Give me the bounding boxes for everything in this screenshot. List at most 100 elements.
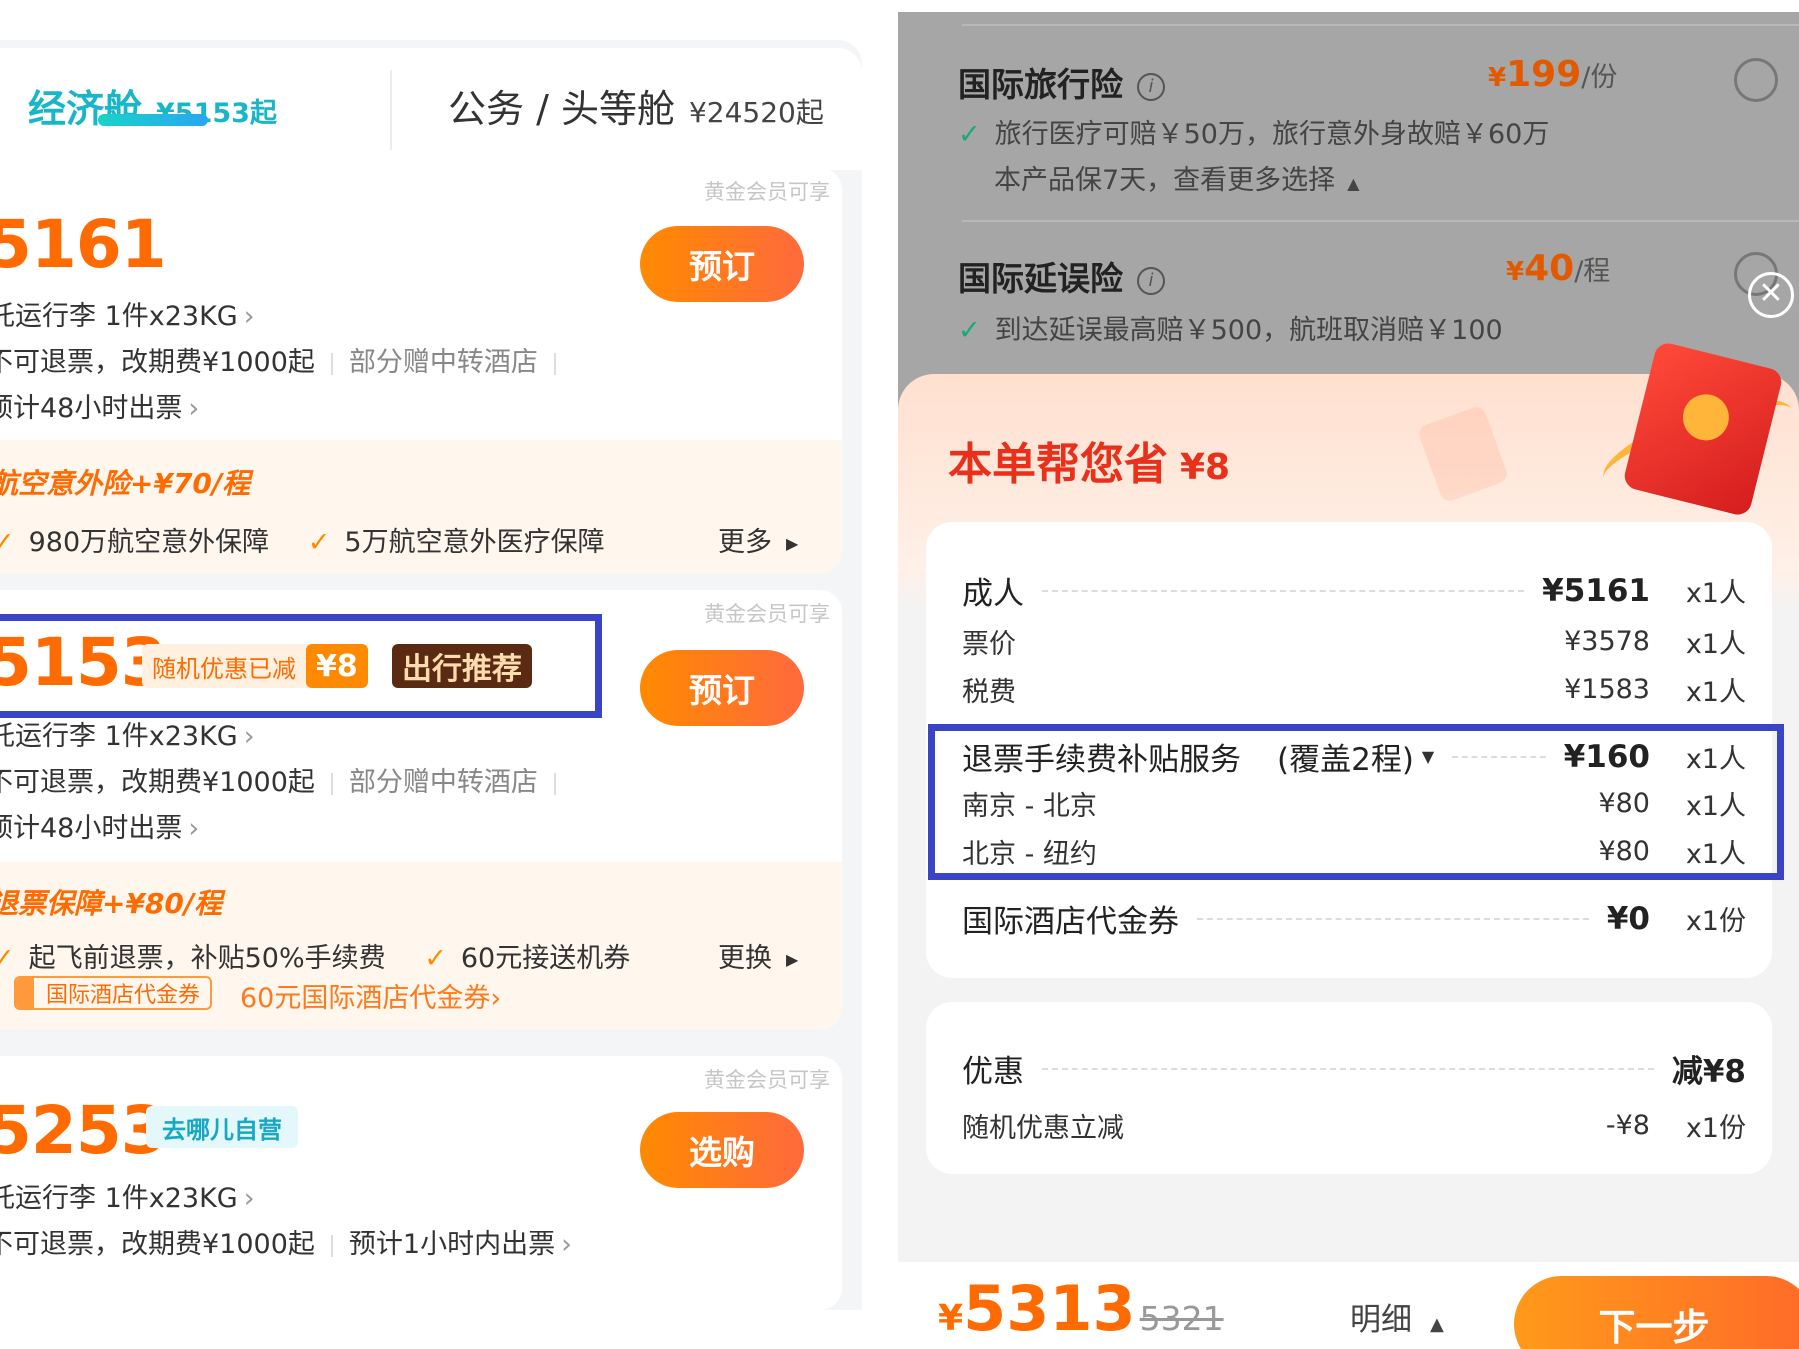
decorative-card	[1416, 404, 1510, 504]
baggage-text: 托运行李 1件x23KG	[0, 1183, 238, 1214]
benefit-2: 60元接送机券	[460, 943, 631, 974]
travel-insurance-more[interactable]: 本产品保7天，查看更多选择 ▲	[994, 158, 1360, 197]
price-value: 199	[1506, 54, 1582, 95]
info-icon[interactable]: i	[1137, 72, 1165, 101]
currency-symbol: ¥	[1488, 63, 1507, 93]
row-qty: x1份	[1685, 1113, 1746, 1144]
refund-policy[interactable]: 不可退票，改期费¥1000起 预计1小时内出票 ›	[0, 1222, 572, 1261]
delay-insurance-label: 国际延误险	[958, 259, 1123, 298]
travel-insurance-label: 国际旅行险	[958, 65, 1123, 104]
check-icon: ✓	[424, 943, 447, 974]
row-amount: ¥3578	[1564, 626, 1650, 657]
delay-insurance-benefit: ✓ 到达延误最高赔￥500，航班取消赔￥100	[958, 308, 1503, 347]
baggage-text: 托运行李 1件x23KG	[0, 301, 238, 332]
insurance-benefits: ✓ 起飞前退票，补贴50%手续费 ✓ 60元接送机券	[0, 936, 630, 975]
tab-divider	[390, 70, 392, 150]
row-amount: -¥8	[1605, 1110, 1650, 1141]
detail-label: 明细	[1350, 1302, 1412, 1338]
savings-label: 本单帮您省	[948, 439, 1168, 490]
baggage-text: 托运行李 1件x23KG	[0, 721, 238, 752]
row-qty: x1人	[1685, 629, 1746, 660]
tab-business-label: 公务 / 头等舱	[448, 87, 675, 131]
ticketing-text: 预计48小时出票	[0, 813, 183, 844]
travel-insurance-price: ¥199/份	[1488, 54, 1617, 95]
highlight-box-fare	[0, 614, 602, 718]
next-step-button[interactable]: 下一步	[1514, 1276, 1799, 1349]
benefit-2: 5万航空意外医疗保障	[344, 527, 605, 558]
discount-total: 减¥8	[1671, 1054, 1746, 1090]
voucher-link[interactable]: 60元国际酒店代金券›	[240, 976, 501, 1015]
price-unit: /程	[1574, 256, 1611, 287]
baggage-link[interactable]: 托运行李 1件x23KG ›	[0, 714, 255, 753]
ticketing-text: 预计48小时出票	[0, 393, 183, 424]
tab-active-indicator	[98, 114, 208, 126]
chevron-right-icon: ›	[243, 301, 255, 332]
currency-symbol: ¥	[938, 1298, 964, 1339]
triangle-up-icon: ▲	[1347, 174, 1360, 193]
book-button[interactable]: 预订	[640, 650, 804, 726]
fare-card-1: 黄金会员可享 5161 预订 托运行李 1件x23KG › 不可退票，改期费¥10…	[0, 168, 842, 573]
refund-policy: 不可退票，改期费¥1000起 部分赠中转酒店	[0, 340, 572, 379]
chevron-right-icon: ›	[243, 1183, 255, 1214]
savings-amount: ¥8	[1180, 447, 1231, 488]
baggage-link[interactable]: 托运行李 1件x23KG ›	[0, 294, 255, 333]
discount-card: 优惠 减¥8 随机优惠立减 -¥8 x1份	[926, 1002, 1772, 1174]
more-button[interactable]: 更多 ▶	[718, 520, 798, 559]
insurance-title: 航空意外险+¥70/程	[0, 467, 251, 500]
triangle-right-icon: ▶	[786, 534, 799, 553]
highlight-box-refund-service	[928, 724, 1784, 880]
divider	[553, 772, 556, 795]
divider	[553, 352, 556, 375]
chevron-right-icon: ›	[490, 983, 502, 1014]
row-label: 票价	[962, 629, 1016, 660]
seal-decoration	[1678, 389, 1734, 446]
chevron-right-icon: ›	[561, 1229, 572, 1260]
gold-member-note: 黄金会员可享	[704, 1068, 830, 1092]
close-icon[interactable]: ✕	[1748, 272, 1794, 318]
book-button[interactable]: 预订	[640, 226, 804, 302]
change-button[interactable]: 更换 ▶	[718, 936, 798, 975]
check-icon: ✓	[0, 527, 15, 558]
hotel-note: 部分赠中转酒店	[348, 767, 538, 798]
divider	[330, 772, 333, 795]
check-icon: ✓	[307, 527, 331, 558]
divider	[330, 1234, 333, 1257]
self-operated-badge: 去哪儿自营	[146, 1106, 298, 1148]
refund-text: 不可退票，改期费¥1000起	[0, 347, 315, 378]
delay-insurance-title: 国际延误险 i	[958, 252, 1165, 300]
currency-symbol: ¥	[1506, 257, 1525, 287]
row-label: 税费	[962, 677, 1016, 708]
triangle-up-icon: ▲	[1430, 1314, 1444, 1335]
benefit-text: 到达延误最高赔￥500，航班取消赔￥100	[994, 315, 1503, 346]
benefit-1: 起飞前退票，补贴50%手续费	[28, 943, 386, 974]
row-qty: x1份	[1685, 906, 1746, 937]
check-icon: ✓	[958, 119, 981, 150]
refund-policy: 不可退票，改期费¥1000起 部分赠中转酒店	[0, 760, 572, 799]
ticketing-link[interactable]: 预计48小时出票 ›	[0, 386, 199, 425]
adult-row: 成人 ¥5161 x1人	[962, 568, 1746, 613]
travel-insurance-title: 国际旅行险 i	[958, 58, 1165, 106]
select-button[interactable]: 选购	[640, 1112, 804, 1188]
detail-toggle[interactable]: 明细 ▲	[1350, 1294, 1444, 1339]
baggage-link[interactable]: 托运行李 1件x23KG ›	[0, 1176, 255, 1215]
check-icon: ✓	[958, 315, 981, 346]
random-discount-row: 随机优惠立减 -¥8 x1份	[962, 1106, 1746, 1145]
dashed-leader	[1197, 917, 1589, 920]
gift-icon	[16, 978, 34, 1008]
travel-insurance-radio[interactable]	[1734, 58, 1778, 102]
change-label: 更换	[718, 943, 772, 974]
more-label: 更多	[718, 527, 772, 558]
price-value: 40	[1524, 248, 1575, 289]
hotel-voucher-row: 国际酒店代金券 ¥0 x1份	[962, 896, 1746, 941]
insurance-benefits: ✓ 980万航空意外保障 ✓ 5万航空意外医疗保障	[0, 520, 605, 559]
tab-business[interactable]: 公务 / 头等舱 ¥24520起	[448, 78, 824, 133]
total-price: ¥ 5313 5321	[938, 1272, 1224, 1345]
info-icon[interactable]: i	[1137, 266, 1165, 295]
voucher-tag-label: 国际酒店代金券	[46, 983, 201, 1008]
divider	[962, 24, 1799, 26]
row-label: 随机优惠立减	[962, 1113, 1124, 1144]
dashed-leader	[1042, 589, 1525, 592]
price-unit: /份	[1581, 62, 1618, 93]
row-qty: x1人	[1685, 677, 1746, 708]
ticketing-link[interactable]: 预计48小时出票 ›	[0, 806, 199, 845]
